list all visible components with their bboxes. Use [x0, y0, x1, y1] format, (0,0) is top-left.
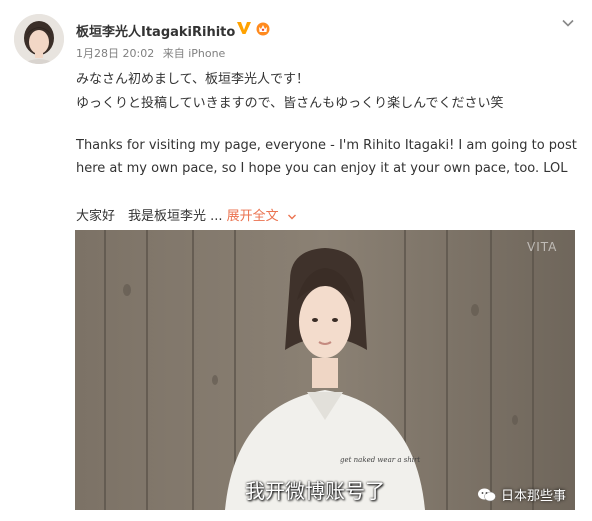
- expand-full-text-link[interactable]: 展开全文: [227, 209, 297, 224]
- expand-label: 展开全文: [226, 209, 279, 224]
- video-frame: get naked wear a shirt: [75, 230, 575, 510]
- wechat-icon: [478, 488, 496, 501]
- post-text-line: ゆっくりと投稿していきますので、皆さんもゆっくり楽しんでください笑: [76, 96, 504, 111]
- more-options-chevron-icon[interactable]: [561, 15, 575, 29]
- video-subtitle: 我开微博账号了: [245, 479, 385, 503]
- avatar[interactable]: [14, 14, 64, 64]
- post-date[interactable]: 1月28日 20:02: [76, 47, 154, 60]
- verified-v-icon: [236, 20, 252, 40]
- shirt-print: get naked wear a shirt: [340, 456, 420, 464]
- avatar-image: [14, 14, 64, 64]
- post-text-line: Thanks for visiting my page, everyone - …: [76, 138, 577, 153]
- crown-badge-icon: [255, 20, 271, 40]
- post-text-line: here at my own pace, so I hope you can e…: [76, 161, 568, 176]
- post-meta: 1月28日 20:02 来自 iPhone: [76, 45, 230, 61]
- video-player[interactable]: get naked wear a shirt: [75, 230, 575, 510]
- post-text-line: みなさん初めまして、板垣李光人です！: [76, 72, 309, 87]
- watermark-text: 日本那些事: [501, 489, 567, 504]
- user-badges: [236, 20, 271, 40]
- chevron-down-icon: [287, 214, 296, 219]
- account-watermark: 日本那些事: [477, 485, 566, 504]
- post-excerpt: 大家好 我是板垣李光 ... 展开全文: [76, 205, 297, 224]
- post-source: 来自 iPhone: [162, 47, 226, 60]
- username[interactable]: 板垣李光人ItagakiRihito: [76, 21, 235, 40]
- excerpt-text: 大家好 我是板垣李光 ...: [76, 209, 223, 224]
- channel-watermark: VITA: [527, 240, 558, 254]
